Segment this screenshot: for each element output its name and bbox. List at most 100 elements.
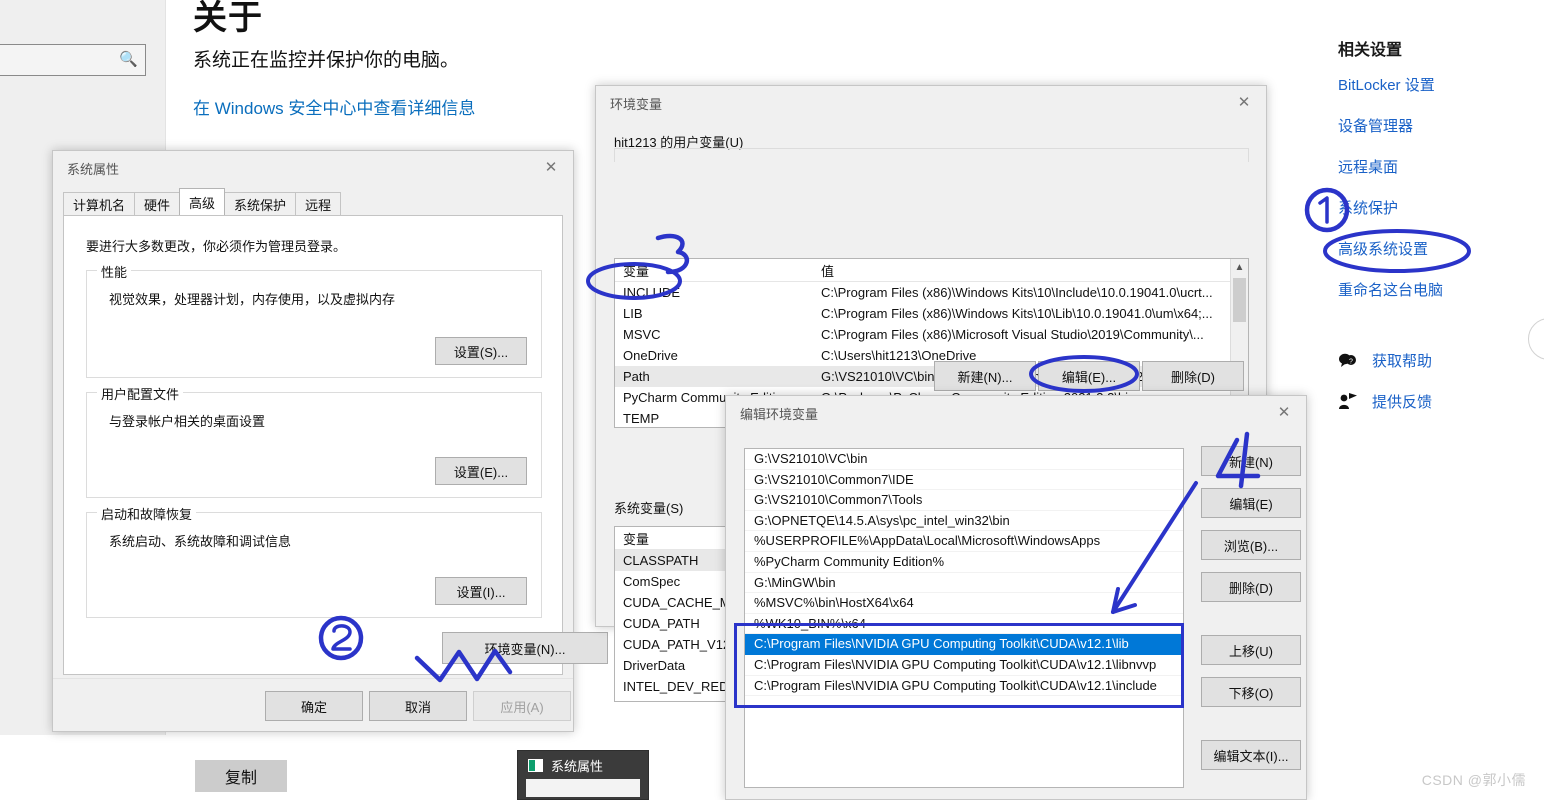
get-help-label: 获取帮助 <box>1372 353 1433 370</box>
related-link-bitlocker[interactable]: BitLocker 设置 <box>1338 74 1544 95</box>
path-delete-button[interactable]: 删除(D) <box>1201 572 1301 602</box>
user-var-name: Path <box>623 369 650 384</box>
tab-computer-name[interactable]: 计算机名 <box>63 192 136 215</box>
system-properties-tabs: 计算机名 硬件 高级 系统保护 远程 <box>63 188 342 215</box>
path-entries-list[interactable]: G:\VS21010\VC\bin G:\VS21010\Common7\IDE… <box>744 448 1184 788</box>
apply-button: 应用(A) <box>473 691 571 721</box>
help-question-icon: ? <box>1338 351 1358 371</box>
user-profiles-group: 用户配置文件 与登录帐户相关的桌面设置 设置(E)... <box>86 384 542 498</box>
edit-env-close-icon[interactable]: ✕ <box>1262 396 1306 428</box>
list-item[interactable]: G:\MinGW\bin <box>745 573 1183 594</box>
list-item-selected-cuda-lib[interactable]: C:\Program Files\NVIDIA GPU Computing To… <box>745 634 1183 655</box>
startup-recovery-settings-button[interactable]: 设置(I)... <box>435 577 527 605</box>
tab-system-protection[interactable]: 系统保护 <box>224 192 297 215</box>
list-item[interactable]: %PyCharm Community Edition% <box>745 552 1183 573</box>
performance-group: 性能 视觉效果，处理器计划，内存使用，以及虚拟内存 设置(S)... <box>86 262 542 378</box>
system-properties-title: 系统属性 <box>67 161 120 177</box>
system-properties-footer: 确定 取消 应用(A) <box>53 678 573 731</box>
user-variables-header: 变量 值 <box>615 259 1248 282</box>
list-item[interactable]: G:\VS21010\Common7\Tools <box>745 490 1183 511</box>
system-properties-dialog: 系统属性 ✕ 计算机名 硬件 高级 系统保护 远程 要进行大多数更改，你必须作为… <box>52 150 608 732</box>
user-profiles-description: 与登录帐户相关的桌面设置 <box>109 414 266 429</box>
table-row[interactable]: LIB C:\Program Files (x86)\Windows Kits\… <box>615 303 1248 324</box>
list-item[interactable]: G:\OPNETQE\14.5.A\sys\pc_intel_win32\bin <box>745 511 1183 532</box>
performance-legend: 性能 <box>97 262 132 281</box>
user-variables-groupbox <box>614 148 1249 162</box>
column-header-variable: 变量 <box>623 263 650 279</box>
copy-button[interactable]: 复制 <box>195 760 287 792</box>
tab-advanced[interactable]: 高级 <box>179 188 226 215</box>
user-var-name: INCLUDE <box>623 285 681 300</box>
list-item-cuda-include[interactable]: C:\Program Files\NVIDIA GPU Computing To… <box>745 676 1183 697</box>
user-var-name: MSVC <box>623 327 661 342</box>
column-header-value: 值 <box>821 263 835 279</box>
related-link-rename-pc[interactable]: 重命名这台电脑 <box>1338 279 1544 300</box>
scroll-up-icon[interactable]: ▲ <box>1231 259 1248 276</box>
admin-notice-text: 要进行大多数更改，你必须作为管理员登录。 <box>86 239 347 254</box>
list-item-cuda-libnvvp[interactable]: C:\Program Files\NVIDIA GPU Computing To… <box>745 655 1183 676</box>
help-links-group: ? 获取帮助 提供反馈 <box>1338 350 1544 432</box>
path-edit-button[interactable]: 编辑(E) <box>1201 488 1301 518</box>
path-browse-button[interactable]: 浏览(B)... <box>1201 530 1301 560</box>
user-var-name: LIB <box>623 306 643 321</box>
related-link-device-manager[interactable]: 设备管理器 <box>1338 115 1544 136</box>
windows-security-link[interactable]: 在 Windows 安全中心中查看详细信息 <box>193 94 475 119</box>
list-item[interactable]: %USERPROFILE%\AppData\Local\Microsoft\Wi… <box>745 531 1183 552</box>
edit-env-title: 编辑环境变量 <box>740 406 819 422</box>
startup-recovery-group: 启动和故障恢复 系统启动、系统故障和调试信息 设置(I)... <box>86 504 542 618</box>
taskbar-thumbnail-preview[interactable]: 系统属性 <box>517 750 649 800</box>
list-item[interactable]: %WK10_BIN%\x64 <box>745 614 1183 635</box>
system-properties-titlebar: 系统属性 <box>53 151 573 185</box>
user-edit-button[interactable]: 编辑(E)... <box>1038 361 1140 391</box>
user-delete-button[interactable]: 删除(D) <box>1142 361 1244 391</box>
taskbar-preview-title: 系统属性 <box>551 758 604 774</box>
environment-variables-close-icon[interactable]: ✕ <box>1222 86 1266 118</box>
path-edit-text-button[interactable]: 编辑文本(I)... <box>1201 740 1301 770</box>
svg-text:?: ? <box>1349 358 1353 365</box>
give-feedback-row[interactable]: 提供反馈 <box>1338 391 1544 412</box>
system-properties-close-icon[interactable]: ✕ <box>529 151 573 183</box>
user-profiles-settings-button[interactable]: 设置(E)... <box>435 457 527 485</box>
page-title: 关于 <box>193 0 263 37</box>
system-variables-legend: 系统变量(S) <box>614 501 684 516</box>
feedback-person-icon <box>1338 392 1358 412</box>
path-new-button[interactable]: 新建(N) <box>1201 446 1301 476</box>
user-var-value: C:\Program Files (x86)\Windows Kits\10\L… <box>821 306 1213 321</box>
system-properties-app-icon <box>528 758 543 772</box>
list-item[interactable]: %MSVC%\bin\HostX64\x64 <box>745 593 1183 614</box>
environment-variables-button[interactable]: 环境变量(N)... <box>442 632 608 664</box>
list-item[interactable]: G:\VS21010\VC\bin <box>745 449 1183 470</box>
cancel-button[interactable]: 取消 <box>369 691 467 721</box>
give-feedback-label: 提供反馈 <box>1372 394 1433 411</box>
tab-hardware[interactable]: 硬件 <box>134 192 181 215</box>
scrollbar-thumb[interactable] <box>1233 278 1246 322</box>
path-move-down-button[interactable]: 下移(O) <box>1201 677 1301 707</box>
search-input[interactable]: 🔍 <box>0 44 146 76</box>
performance-settings-button[interactable]: 设置(S)... <box>435 337 527 365</box>
user-var-value: C:\Program Files (x86)\Microsoft Visual … <box>821 327 1204 342</box>
ok-button[interactable]: 确定 <box>265 691 363 721</box>
user-new-button[interactable]: 新建(N)... <box>934 361 1036 391</box>
environment-variables-title: 环境变量 <box>610 96 663 112</box>
user-var-value: C:\Program Files (x86)\Windows Kits\10\I… <box>821 285 1213 300</box>
about-subtitle: 系统正在监控并保护你的电脑。 <box>193 50 460 71</box>
user-profiles-legend: 用户配置文件 <box>97 384 184 403</box>
tab-remote[interactable]: 远程 <box>295 192 342 215</box>
list-item[interactable]: G:\VS21010\Common7\IDE <box>745 470 1183 491</box>
advanced-tab-panel: 要进行大多数更改，你必须作为管理员登录。 性能 视觉效果，处理器计划，内存使用，… <box>63 215 608 675</box>
related-link-advanced-system-settings[interactable]: 高级系统设置 <box>1338 238 1544 259</box>
table-row[interactable]: INCLUDE C:\Program Files (x86)\Windows K… <box>615 282 1248 303</box>
taskbar-preview-header: 系统属性 <box>518 751 648 779</box>
path-move-up-button[interactable]: 上移(U) <box>1201 635 1301 665</box>
performance-description: 视觉效果，处理器计划，内存使用，以及虚拟内存 <box>109 292 396 307</box>
related-link-remote-desktop[interactable]: 远程桌面 <box>1338 156 1544 177</box>
get-help-row[interactable]: ? 获取帮助 <box>1338 350 1544 371</box>
related-link-system-protection[interactable]: 系统保护 <box>1338 197 1544 218</box>
related-settings-title: 相关设置 <box>1338 42 1403 59</box>
edit-environment-variable-dialog: 编辑环境变量 ✕ G:\VS21010\VC\bin G:\VS21010\Co… <box>725 395 1307 800</box>
taskbar-preview-thumbnail <box>526 779 640 797</box>
environment-variables-titlebar: 环境变量 <box>596 86 1266 120</box>
related-settings-panel: 相关设置 BitLocker 设置 设备管理器 远程桌面 系统保护 高级系统设置… <box>1338 36 1544 320</box>
startup-recovery-description: 系统启动、系统故障和调试信息 <box>109 534 292 549</box>
table-row[interactable]: MSVC C:\Program Files (x86)\Microsoft Vi… <box>615 324 1248 345</box>
